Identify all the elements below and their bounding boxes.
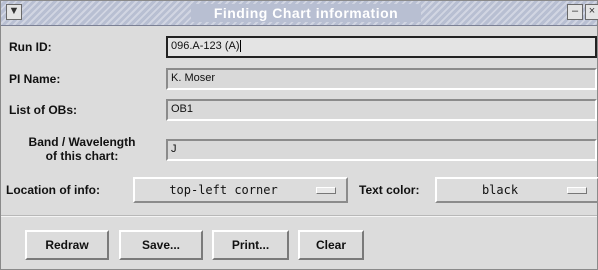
obs-list-value: OB1 xyxy=(171,103,194,115)
band-label-line2: of this chart: xyxy=(45,149,119,163)
option-menu-indicator-icon xyxy=(567,187,587,194)
option-menu-indicator-icon xyxy=(316,187,336,194)
obs-list-field[interactable]: OB1 xyxy=(166,99,597,121)
band-value: J xyxy=(171,143,177,155)
window-menu-button[interactable]: ▼ xyxy=(6,4,22,20)
minimize-icon: ‒ xyxy=(571,5,579,17)
print-button[interactable]: Print... xyxy=(212,230,289,260)
separator xyxy=(1,215,597,217)
run-id-field[interactable]: 096.A-123 (A) xyxy=(166,36,597,58)
pi-name-label: PI Name: xyxy=(9,72,61,86)
clear-button[interactable]: Clear xyxy=(298,230,364,260)
title-bar[interactable]: ▼ Finding Chart information ‒ × xyxy=(1,1,598,26)
close-icon: × xyxy=(588,5,596,17)
finding-chart-window: ▼ Finding Chart information ‒ × Run ID: … xyxy=(0,0,598,270)
run-id-label: Run ID: xyxy=(9,40,52,54)
pi-name-value: K. Moser xyxy=(171,72,216,84)
chevron-down-icon: ▼ xyxy=(8,5,20,17)
run-id-value: 096.A-123 (A) xyxy=(171,40,240,52)
pi-name-field[interactable]: K. Moser xyxy=(166,68,597,90)
band-label: Band / Wavelength of this chart: xyxy=(7,135,157,163)
location-selected-value: top-left corner xyxy=(169,183,278,197)
text-caret xyxy=(240,40,242,53)
text-color-label: Text color: xyxy=(359,183,420,197)
close-button[interactable]: × xyxy=(585,4,598,20)
location-option-menu[interactable]: top-left corner xyxy=(133,177,348,203)
text-color-option-menu[interactable]: black xyxy=(435,177,598,203)
text-color-selected-value: black xyxy=(481,183,519,197)
obs-list-label: List of OBs: xyxy=(9,103,77,117)
minimize-button[interactable]: ‒ xyxy=(567,4,583,20)
window-title: Finding Chart information xyxy=(191,4,421,22)
band-field[interactable]: J xyxy=(166,139,597,161)
redraw-button[interactable]: Redraw xyxy=(25,230,109,260)
save-button[interactable]: Save... xyxy=(119,230,203,260)
location-label: Location of info: xyxy=(6,183,100,197)
band-label-line1: Band / Wavelength xyxy=(28,135,136,149)
